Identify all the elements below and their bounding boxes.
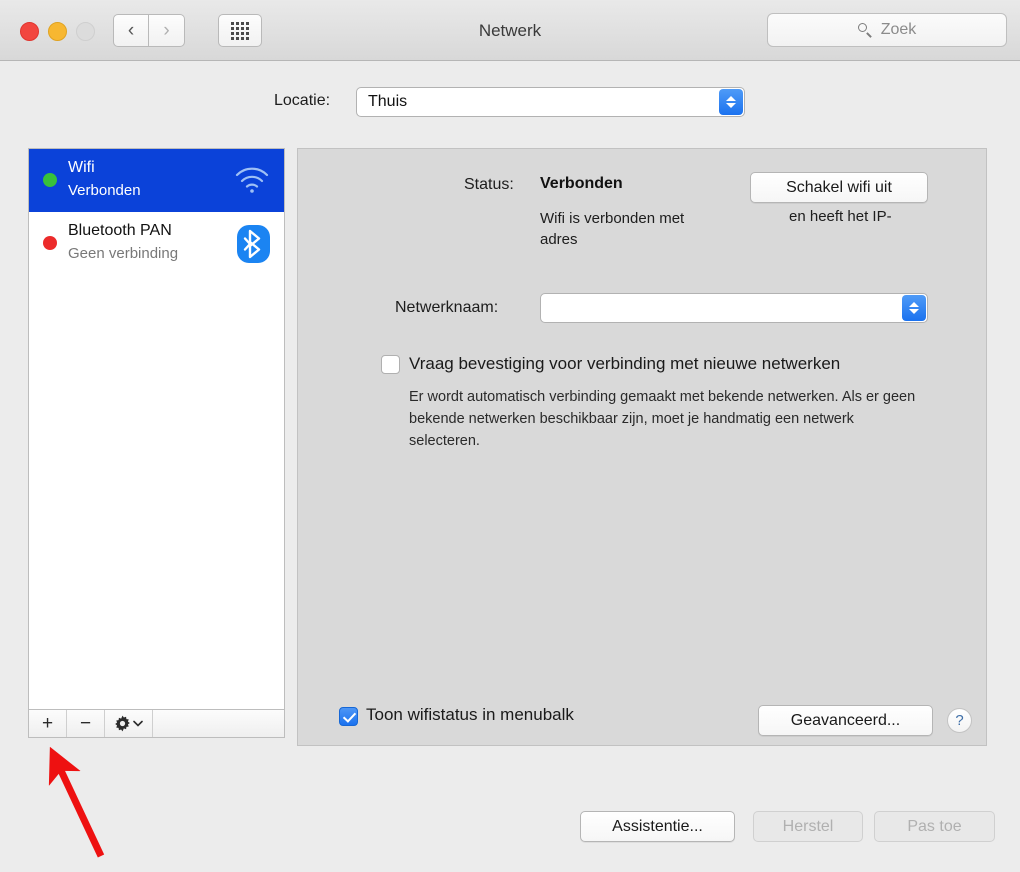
toggle-wifi-button[interactable]: Schakel wifi uit: [750, 172, 928, 203]
minus-icon: −: [79, 712, 92, 734]
sidebar-toolbar-spacer: [153, 710, 284, 737]
network-name-stepper-icon[interactable]: [902, 295, 926, 321]
sidebar-item-bluetooth-pan[interactable]: Bluetooth PAN Geen verbinding: [29, 212, 284, 275]
advanced-button[interactable]: Geavanceerd...: [758, 705, 933, 736]
status-dot: [43, 236, 57, 250]
bluetooth-icon: [237, 225, 270, 263]
search-icon: [857, 22, 873, 38]
network-name-dropdown[interactable]: [540, 293, 928, 323]
status-label: Status:: [464, 176, 514, 193]
sidebar-add-button[interactable]: +: [29, 710, 67, 737]
chevron-down-icon: [133, 720, 143, 727]
service-name: Bluetooth PAN: [68, 222, 172, 239]
search-input[interactable]: Zoek: [767, 13, 1007, 47]
show-wifi-status-label: Toon wifistatus in menubalk: [366, 705, 574, 724]
search-placeholder: Zoek: [880, 21, 917, 38]
service-name: Wifi: [68, 159, 95, 176]
location-stepper-icon[interactable]: [719, 89, 743, 115]
window-titlebar: ‹ › Netwerk Zoek: [0, 0, 1020, 61]
sidebar-remove-button[interactable]: −: [67, 710, 105, 737]
sidebar-toolbar: + −: [28, 709, 285, 738]
status-description: Wifi is verbonden met adres: [540, 210, 685, 248]
network-services-list[interactable]: Wifi Verbonden Bluetooth PAN Geen verbin…: [28, 148, 285, 709]
service-status: Geen verbinding: [68, 245, 179, 262]
ask-new-networks-description: Er wordt automatisch verbinding gemaakt …: [409, 389, 916, 449]
show-wifi-status-checkbox[interactable]: [339, 707, 358, 726]
plus-icon: +: [41, 712, 54, 734]
network-name-label: Netwerknaam:: [395, 299, 499, 316]
sidebar-item-wifi[interactable]: Wifi Verbonden: [29, 149, 284, 212]
gear-icon: [115, 715, 130, 732]
revert-button: Herstel: [753, 811, 863, 842]
location-value: Thuis: [368, 93, 408, 110]
status-description-continued: en heeft het IP-: [789, 208, 892, 225]
apply-button: Pas toe: [874, 811, 995, 842]
status-value: Verbonden: [540, 175, 623, 192]
ask-new-networks-label: Vraag bevestiging voor verbinding met ni…: [409, 354, 841, 373]
status-dot: [43, 173, 57, 187]
location-label: Locatie:: [274, 92, 331, 109]
service-status: Verbonden: [68, 182, 141, 199]
assistant-button[interactable]: Assistentie...: [580, 811, 735, 842]
location-dropdown[interactable]: Thuis: [356, 87, 745, 117]
ask-new-networks-checkbox[interactable]: [381, 355, 400, 374]
help-button[interactable]: ?: [947, 708, 972, 733]
wifi-icon: [235, 167, 269, 193]
sidebar-action-button[interactable]: [105, 710, 153, 737]
network-preferences-window: ‹ › Netwerk Zoek Locatie: Thuis Wifi Ver…: [0, 0, 1020, 872]
